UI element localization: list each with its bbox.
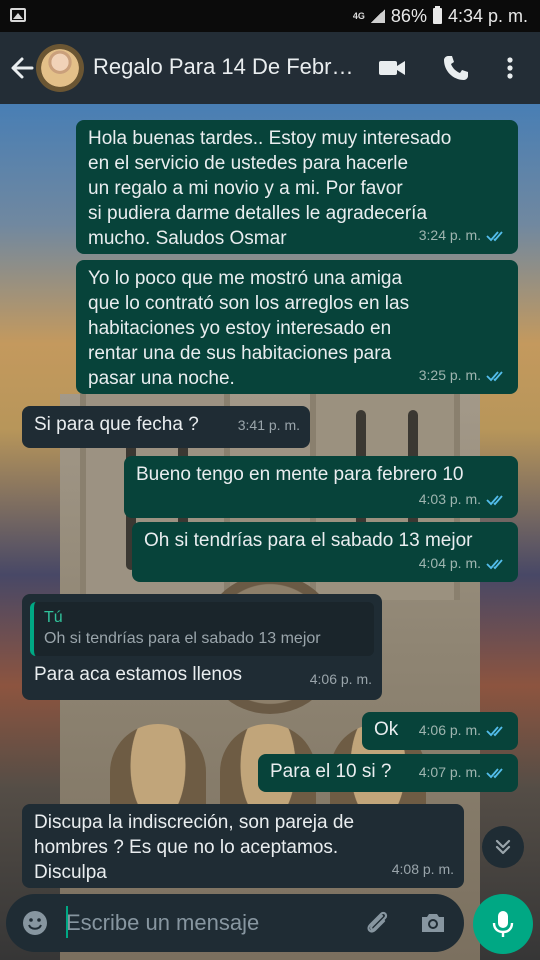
- double-check-icon: [486, 370, 503, 381]
- message-meta: 4:08 p. m.: [392, 857, 454, 882]
- status-bar: 4G 86% 4:34 p. m.: [0, 0, 540, 32]
- network-type: 4G: [352, 10, 365, 21]
- message-meta: 4:04 p. m.: [419, 551, 508, 576]
- message-text: Oh si tendrías para el sabado 13 mejor: [144, 530, 473, 551]
- camera-icon[interactable]: [418, 908, 448, 938]
- quoted-message[interactable]: Tú Oh si tendrías para el sabado 13 mejo…: [30, 602, 374, 656]
- double-check-icon: [486, 767, 503, 778]
- quoted-author: Tú: [44, 609, 63, 626]
- mic-button[interactable]: [473, 894, 533, 954]
- signal-icon: [370, 9, 385, 23]
- message-time: 4:03 p. m.: [418, 491, 481, 507]
- message-meta: 3:24 p. m.: [419, 223, 508, 248]
- message-meta: 4:07 p. m.: [419, 760, 508, 785]
- emoji-icon[interactable]: [20, 908, 50, 938]
- battery-level: 86%: [390, 5, 427, 26]
- message-time: 4:07 p. m.: [418, 764, 481, 780]
- phone-icon[interactable]: [440, 52, 472, 84]
- message-meta: 4:06 p. m.: [419, 718, 508, 743]
- gallery-notification-icon: [10, 8, 26, 22]
- double-check-icon: [486, 558, 503, 569]
- quoted-text: Oh si tendrías para el sabado 13 mejor: [44, 630, 321, 647]
- message-time: 3:24 p. m.: [418, 227, 481, 243]
- message-bubble-outgoing[interactable]: Bueno tengo en mente para febrero 10 4:0…: [124, 456, 518, 518]
- message-bubble-incoming[interactable]: Discupa la indiscreción, son pareja de h…: [22, 804, 464, 888]
- message-time: 4:04 p. m.: [418, 555, 481, 571]
- message-time: 4:08 p. m.: [391, 861, 454, 877]
- message-time: 4:06 p. m.: [309, 671, 372, 687]
- mic-icon: [492, 911, 514, 937]
- double-check-icon: [486, 230, 503, 241]
- battery-icon: [432, 6, 442, 24]
- avatar[interactable]: [36, 44, 84, 92]
- message-bubble-outgoing[interactable]: Ok 4:06 p. m.: [362, 712, 518, 750]
- message-time: 4:06 p. m.: [418, 722, 481, 738]
- chat-header: Regalo Para 14 De Febrero: [0, 32, 540, 104]
- double-check-icon: [486, 494, 503, 505]
- message-composer: [6, 894, 464, 952]
- message-input[interactable]: [66, 904, 356, 942]
- message-meta: 3:25 p. m.: [419, 363, 508, 388]
- message-meta: 4:03 p. m.: [419, 487, 508, 512]
- back-arrow-icon[interactable]: [8, 52, 36, 84]
- message-bubble-incoming[interactable]: Si para que fecha ? 3:41 p. m.: [22, 406, 310, 448]
- message-time: 3:41 p. m.: [237, 417, 300, 433]
- scroll-to-bottom-button[interactable]: [482, 826, 524, 868]
- message-bubble-outgoing[interactable]: Yo lo poco que me mostró una amiga que l…: [76, 260, 518, 394]
- chevron-double-down-icon: [495, 839, 511, 855]
- message-bubble-outgoing[interactable]: Hola buenas tardes.. Estoy muy interesad…: [76, 120, 518, 254]
- video-call-icon[interactable]: [376, 52, 408, 84]
- more-vert-icon[interactable]: [494, 52, 526, 84]
- message-meta: 3:41 p. m.: [238, 413, 300, 438]
- message-meta: 4:06 p. m.: [310, 667, 372, 692]
- chat-title[interactable]: Regalo Para 14 De Febrero: [93, 54, 363, 80]
- attach-icon[interactable]: [362, 908, 392, 938]
- message-bubble-outgoing[interactable]: Para el 10 si ? 4:07 p. m.: [258, 754, 518, 792]
- text-caret: [66, 906, 68, 938]
- message-time: 3:25 p. m.: [418, 367, 481, 383]
- message-text: Bueno tengo en mente para febrero 10: [136, 464, 464, 485]
- double-check-icon: [486, 725, 503, 736]
- message-bubble-incoming[interactable]: Tú Oh si tendrías para el sabado 13 mejo…: [22, 594, 382, 700]
- status-bar-right: 4G 86% 4:34 p. m.: [353, 5, 528, 27]
- clock: 4:34 p. m.: [447, 5, 528, 26]
- message-bubble-outgoing[interactable]: Oh si tendrías para el sabado 13 mejor 4…: [132, 522, 518, 582]
